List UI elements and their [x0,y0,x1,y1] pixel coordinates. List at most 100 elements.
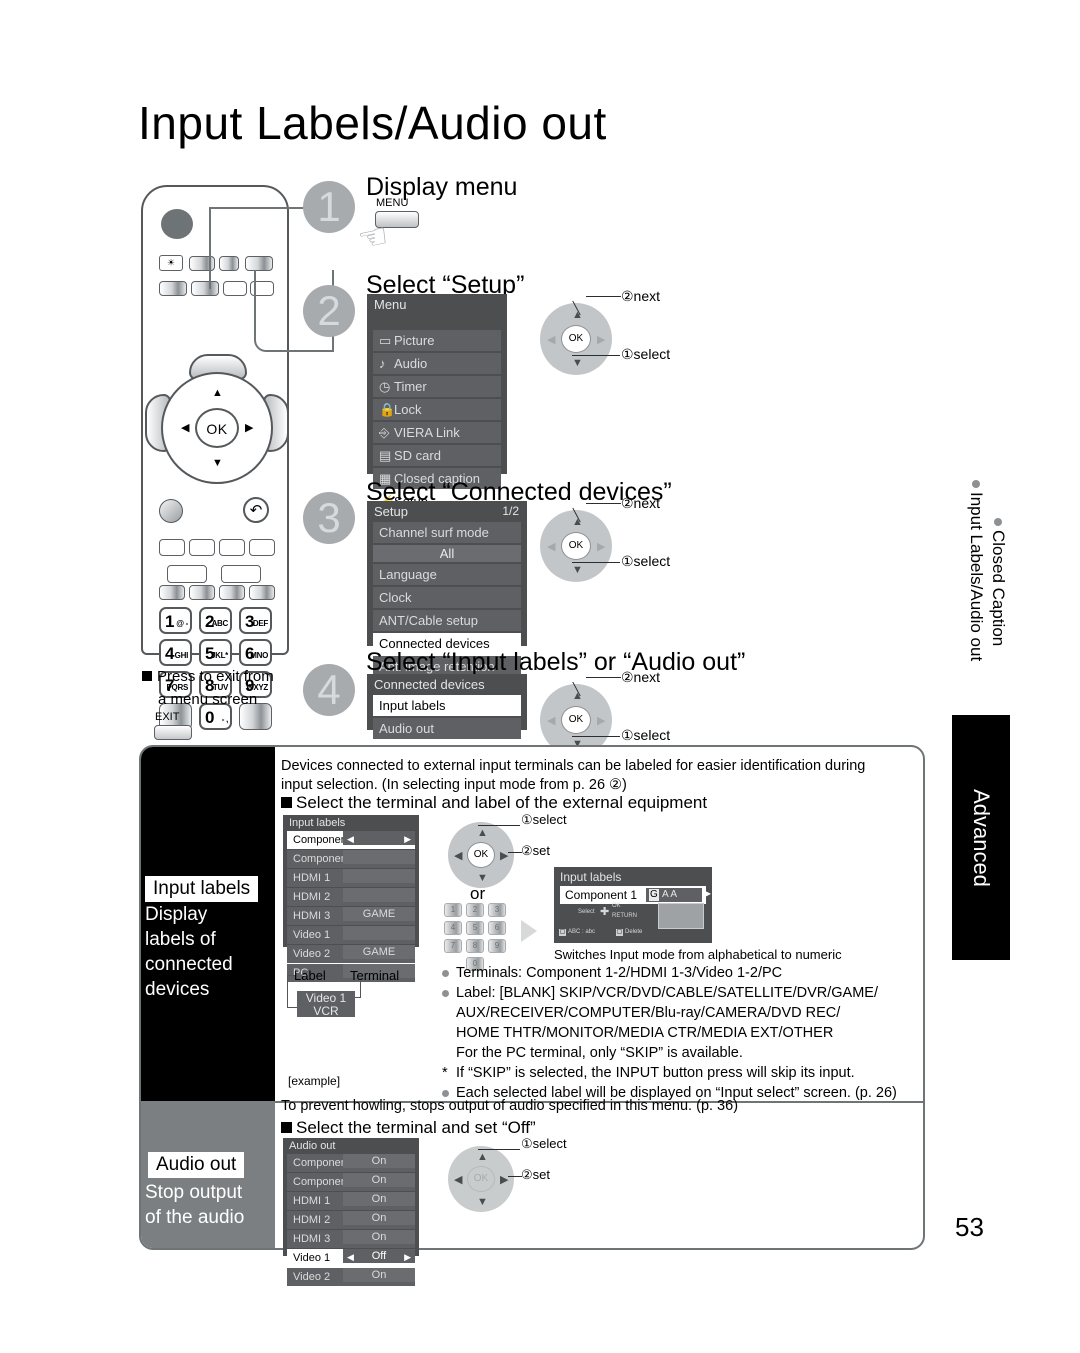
input-labels-edit-popup: Input labels Component 1 ◀ G A A ▶ Selec… [554,867,712,943]
callout-next-step3: ②next [621,495,661,511]
connected-devices-osd-panel: Connected devices Input labels Audio out [367,674,527,739]
connected-devices-item-audio-out[interactable]: Audio out [373,718,521,739]
sidebar-chip-audio-out: Audio out [148,1152,245,1178]
input-labels-row-hdmi-1[interactable]: HDMI 1 [287,869,415,887]
audio-out-row-hdmi-1[interactable]: HDMI 1 On [287,1192,415,1210]
audio-out-row-hdmi-3[interactable]: HDMI 3 On [287,1230,415,1248]
row-value: GAME [343,945,415,959]
audio-out-row-video-2[interactable]: Video 2 On [287,1268,415,1286]
menu-item-audio[interactable]: ♪ Audio [373,353,501,374]
index-tab-input-labels[interactable]: Input Labels/Audio out [966,480,986,661]
mini-key-8: 8 [466,939,484,953]
desc-line: labels of [145,929,216,950]
key-digit: 1 [165,612,175,631]
audio-out-row-video-1[interactable]: Video 1 ◀ Off ▶ [287,1249,415,1267]
callout-select-input-labels: ①select [521,812,567,827]
menu-item-viera-link[interactable]: ⎆ VIERA Link [373,422,501,443]
callout-line [572,736,620,737]
menu-item-picture[interactable]: ▭ Picture [373,330,501,351]
setup-item-channel-surf-mode[interactable]: Channel surf mode [373,522,521,543]
audio-out-osd-table: Audio out Component 1 On Component 2 On … [283,1138,419,1286]
popup-hint-select: Select [578,909,595,915]
down-arrow-icon: ▼ [477,872,488,884]
audio-out-row-component-1[interactable]: Component 1 On [287,1154,415,1172]
exit-note-line2: a menu screen [158,691,258,708]
ok-button: OK [467,842,495,868]
menu-osd-panel: Menu ▭ Picture ♪ Audio ◷ Timer 🔒Lock ⎆ VIERA… [367,294,507,512]
audio-note-icon: ♪ [379,356,386,371]
dpad-up-arrow-icon: ▲ [212,387,223,399]
mini-key-4: 4 [444,921,462,935]
input-labels-row-component-1[interactable]: Component 1 ◀ ▶ [287,831,415,849]
audio-out-row-hdmi-2[interactable]: HDMI 2 On [287,1211,415,1229]
ok-button: OK [467,1166,495,1192]
input-labels-row-video-1[interactable]: Video 1 [287,926,415,944]
page-indicator: 1/2 [502,504,519,518]
row-label: Video 1 [293,929,331,941]
dpad-graphic-input-labels: ▲ ▼ ◀ ▶ OK [448,822,514,888]
setup-item-label: Channel surf mode [379,525,489,540]
input-labels-row-hdmi-2[interactable]: HDMI 2 [287,888,415,906]
sidebar-desc-input-labels: Display labels of connected devices [145,902,233,1002]
desc-line: Display [145,904,208,925]
callout-line [287,975,288,1007]
popup-hint-ok: OK [612,903,621,909]
row-value: GAME [343,907,415,921]
left-arrow-icon: ◀ [454,850,463,862]
callout-line [287,975,295,976]
audio-out-intro: To prevent howling, stops output of audi… [281,1098,739,1114]
menu-item-label: Lock [394,402,422,417]
remote-button [189,539,215,556]
key-6: 6 MNO [239,639,272,666]
audio-out-row-component-2[interactable]: Component 2 On [287,1173,415,1191]
item-label: Audio out [379,721,434,736]
setup-item-channel-surf-value[interactable]: All [373,545,521,562]
step-3-badge: 3 [303,492,355,544]
step-number: 1 [317,183,341,230]
callout-select-step2: ①select [621,346,671,362]
key-sublabel: DEF [252,619,268,628]
right-arrow-icon: ▶ [404,834,411,844]
row-value [343,869,415,883]
left-arrow-icon: ◀ [547,334,556,346]
dpad-ok-button: OK [195,408,239,448]
ok-button: OK [561,706,591,734]
step-1-badge: 1 [303,181,355,233]
key-digit: 4 [165,644,175,663]
popup-text-field[interactable]: ◀ G A A ▶ [638,888,711,902]
menu-item-timer[interactable]: ◷ Timer [373,376,501,397]
row-label: Video 2 [293,948,331,960]
index-tab-label: Closed Caption [989,530,1008,647]
bullet-label-cont-1: AUX/RECEIVER/COMPUTER/Blu-ray/CAMERA/DVD… [456,1005,841,1021]
callout-line [572,355,620,356]
desc-line: Stop output [145,1182,243,1203]
dpad-graphic-step3: ▲ ▼ ◀ ▶ OK [540,510,612,582]
row-value: On [343,1211,415,1225]
setup-item-clock[interactable]: Clock [373,587,521,608]
light-button-icon: ☀ [159,255,183,271]
menu-item-sd-card[interactable]: ▤ SD card [373,445,501,466]
dpad-small-icon: ✚ [600,906,610,918]
connected-devices-item-input-labels[interactable]: Input labels [373,695,521,716]
menu-item-lock[interactable]: 🔒Lock [373,399,501,420]
section-tab-advanced[interactable]: Advanced [952,715,1010,960]
row-label: HDMI 2 [293,891,331,903]
index-tab-label: Input Labels/Audio out [967,492,986,662]
setup-item-language[interactable]: Language [373,564,521,585]
setup-item-ant-cable-setup[interactable]: ANT/Cable setup [373,610,521,631]
remote-button [189,585,215,600]
input-labels-row-component-2[interactable]: Component 2 [287,850,415,868]
setup-item-label: Language [379,567,437,582]
input-labels-bullet-list: Terminals: Component 1-2/HDMI 1-3/Video … [440,963,920,1103]
audio-out-heading: Select the terminal and set “Off” [281,1118,536,1138]
input-labels-row-video-2[interactable]: Video 2 GAME [287,945,415,963]
popup-row-component-1[interactable]: Component 1 ◀ G A A ▶ [560,886,711,904]
desc-line: connected [145,954,233,975]
index-tab-closed-caption[interactable]: Closed Caption [988,518,1008,646]
callout-line [360,981,361,997]
key-sublabel: @ - [176,619,188,628]
row-value: On [343,1268,415,1282]
input-labels-intro: Devices connected to external input term… [281,757,921,795]
input-labels-row-hdmi-3[interactable]: HDMI 3 GAME [287,907,415,925]
popup-hint-return: RETURN [612,913,637,919]
